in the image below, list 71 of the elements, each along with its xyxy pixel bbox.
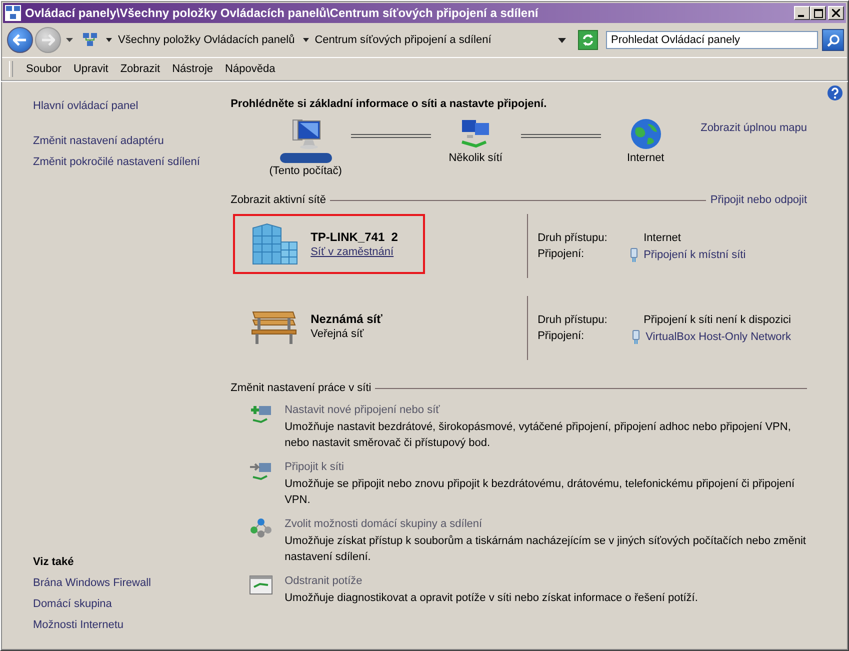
homegroup-icon: [248, 518, 273, 538]
maximize-icon: [814, 9, 822, 18]
back-button[interactable]: [7, 27, 33, 53]
add-connection-icon: [248, 404, 273, 424]
help-icon[interactable]: [827, 85, 843, 101]
map-node-label: Internet: [626, 152, 664, 164]
connect-disconnect-link[interactable]: Připojit nebo odpojit: [710, 194, 807, 206]
network-icon: [5, 5, 21, 21]
task-link[interactable]: Zvolit možnosti domácí skupiny a sdílení: [284, 518, 807, 530]
refresh-button[interactable]: [578, 30, 598, 50]
menu-item[interactable]: Soubor: [21, 63, 68, 75]
page-heading: Prohlédněte si základní informace o síti a nastavte připojení.: [230, 98, 548, 110]
window-title: Ovládací panely\Všechny položky Ovládacích panelů\Centrum síťových připojení a sdílení: [25, 6, 540, 20]
section-title: Změnit nastavení práce v síti: [230, 382, 372, 394]
see-also-link[interactable]: Brána Windows Firewall: [33, 573, 231, 594]
globe-icon: [630, 118, 662, 150]
address-bar[interactable]: Všechny položky Ovládacích panelů Centrum síťových připojení a sdílení: [78, 30, 572, 50]
network-type: Veřejná síť: [310, 328, 365, 340]
maximize-button[interactable]: [810, 6, 826, 20]
right-arrow-icon: [41, 34, 55, 46]
see-also-link[interactable]: Domácí skupina: [33, 594, 231, 615]
menu-item[interactable]: Zobrazit: [115, 63, 168, 75]
map-node-label: (Tento počítač): [269, 165, 342, 177]
network-type-link[interactable]: Síť v zaměstnání: [310, 246, 398, 258]
access-type-value: Internet: [644, 232, 681, 244]
network-name: TP-LINK_741 2: [310, 230, 398, 244]
minimize-button[interactable]: [794, 6, 810, 20]
see-also-heading: Viz také: [33, 555, 75, 570]
left-arrow-icon: [13, 34, 27, 46]
sidebar-link[interactable]: Změnit nastavení adaptéru: [33, 131, 231, 152]
full-map-link[interactable]: Zobrazit úplnou mapu: [700, 122, 807, 134]
connection-link[interactable]: VirtualBox Host-Only Network: [646, 331, 791, 343]
caret-icon[interactable]: [106, 38, 112, 42]
connect-icon: [248, 461, 273, 481]
task-description: Umožňuje se připojit nebo znovu připojit k bezdrátovému, drátovému, telefonickému připojení či připojení VPN.: [284, 477, 796, 508]
map-node-label: Několik sítí: [448, 152, 502, 164]
close-button[interactable]: [828, 6, 844, 20]
connection-link[interactable]: Připojení k místní síti: [644, 249, 746, 261]
task-link[interactable]: Odstranit potíže: [284, 575, 698, 587]
search-icon: [826, 34, 840, 46]
breadcrumb[interactable]: Centrum síťových připojení a sdílení: [314, 34, 492, 46]
close-icon: [832, 9, 840, 17]
breadcrumb[interactable]: Všechny položky Ovládacích panelů: [118, 34, 295, 46]
section-title: Zobrazit aktivní sítě: [230, 194, 326, 206]
network-adapter-icon: [632, 330, 640, 344]
task-description: Umožňuje získat přístup k souborům a tiskárnám nacházejícím se v jiných síťových počítačích nebo změnit nastavení sdílení.: [284, 534, 807, 565]
access-type-value: Připojení k síti není k dispozici: [644, 314, 791, 326]
task-description: Umožňuje diagnostikovat a opravit potíže v síti nebo získat informace o řešení potíží.: [284, 591, 698, 606]
task-link[interactable]: Nastavit nové připojení nebo síť: [284, 404, 807, 416]
menu-item[interactable]: Nástroje: [167, 63, 220, 75]
connection-label: Připojení:: [538, 248, 586, 262]
network-icon: [82, 32, 98, 48]
sidebar-link[interactable]: Hlavní ovládací panel: [33, 96, 231, 117]
task-link[interactable]: Připojit k síti: [284, 461, 807, 473]
caret-icon[interactable]: [302, 38, 309, 42]
troubleshoot-icon: [248, 575, 273, 595]
caret-icon[interactable]: [66, 38, 73, 42]
dropdown-caret-icon[interactable]: [558, 38, 566, 42]
see-also-link[interactable]: Možnosti Internetu: [33, 615, 231, 636]
connection-label: Připojení:: [538, 330, 586, 344]
access-type-label: Druh přístupu:: [538, 314, 608, 326]
access-type-label: Druh přístupu:: [538, 232, 608, 244]
search-button[interactable]: [822, 29, 844, 51]
sidebar-link[interactable]: Změnit pokročilé nastavení sdílení: [33, 152, 231, 173]
network-adapter-icon: [630, 248, 638, 262]
menu-item[interactable]: Upravit: [68, 63, 116, 75]
search-field[interactable]: Prohledat Ovládací panely: [606, 31, 818, 49]
network-name: Neznámá síť: [310, 312, 382, 326]
menu-item[interactable]: Nápověda: [220, 63, 282, 75]
task-description: Umožňuje nastavit bezdrátové, širokopásmové, vytáčené připojení, připojení adhoc nebo připojení VPN, nebo nastavit směrovač či přístupový bod.: [284, 420, 792, 451]
refresh-icon: [581, 33, 595, 47]
